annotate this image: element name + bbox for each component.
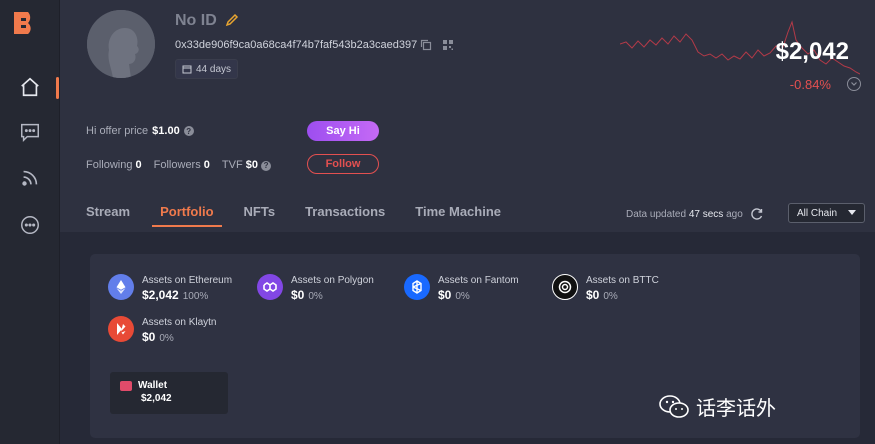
fantom-icon — [404, 274, 430, 300]
asset-ethereum[interactable]: Assets on Ethereum $2,042 100% — [108, 274, 232, 305]
asset-bttc[interactable]: Assets on BTTC $0 0% — [552, 274, 659, 305]
refresh-icon[interactable] — [750, 207, 764, 221]
wechat-watermark: 话李话外 — [658, 392, 776, 421]
asset-fantom[interactable]: Assets on Fantom $0 0% — [404, 274, 519, 305]
user-silhouette-icon — [87, 10, 155, 78]
watermark-text: 话李话外 — [696, 396, 776, 420]
klaytn-icon — [108, 316, 134, 342]
tab-portfolio[interactable]: Portfolio — [152, 204, 223, 227]
debank-logo[interactable] — [12, 10, 38, 36]
nav-feed[interactable] — [0, 158, 60, 198]
follow-button[interactable]: Follow — [307, 154, 379, 174]
nav-home[interactable] — [0, 67, 60, 107]
edit-icon[interactable] — [225, 13, 239, 27]
wechat-icon — [659, 394, 689, 418]
polygon-icon — [257, 274, 283, 300]
tab-stream[interactable]: Stream — [86, 204, 130, 227]
help-icon[interactable]: ? — [183, 126, 194, 136]
followers-stat[interactable]: Followers 0 — [154, 159, 210, 171]
chain-select-value: All Chain — [797, 207, 838, 219]
nav-more[interactable] — [0, 205, 60, 245]
tab-transactions[interactable]: Transactions — [305, 204, 385, 227]
nav-messages[interactable] — [0, 112, 60, 152]
home-icon — [21, 77, 39, 97]
expand-chart-button[interactable] — [847, 77, 861, 91]
hi-offer-value: $1.00 — [152, 125, 180, 137]
say-hi-button[interactable]: Say Hi — [307, 121, 379, 141]
social-stats: Following 0 Followers 0 TVF $0 ? — [86, 159, 272, 171]
total-balance: $2,042 — [775, 38, 849, 65]
data-updated-status: Data updated 47 secs ago — [626, 209, 743, 220]
wallet-address: 0x33de906f9ca0a68ca4f74b7faf543b2a3caed3… — [175, 39, 418, 51]
asset-polygon[interactable]: Assets on Polygon $0 0% — [257, 274, 374, 305]
account-age: 44 days — [196, 63, 232, 75]
asset-klaytn[interactable]: Assets on Klaytn $0 0% — [108, 316, 216, 347]
chat-icon — [21, 123, 39, 143]
main: No ID 0x33de906f9ca0a68ca4f74b7faf543b2a… — [60, 0, 875, 444]
chevron-down-icon — [851, 82, 857, 86]
nav-active-indicator — [56, 77, 59, 99]
hi-offer: Hi offer price $1.00 ? — [86, 125, 194, 137]
sidebar — [0, 0, 60, 444]
ethereum-icon — [108, 274, 134, 300]
username: No ID — [175, 12, 217, 29]
tab-nfts[interactable]: NFTs — [244, 204, 276, 227]
caret-down-icon — [848, 210, 856, 215]
wallet-icon — [120, 380, 132, 391]
wallet-summary[interactable]: Wallet $2,042 — [110, 372, 228, 414]
copy-icon[interactable] — [420, 39, 432, 51]
following-stat[interactable]: Following 0 — [86, 159, 142, 171]
profile-header: No ID 0x33de906f9ca0a68ca4f74b7faf543b2a… — [60, 0, 875, 232]
tvf-stat: TVF $0 ? — [222, 159, 272, 171]
avatar — [87, 10, 155, 78]
bttc-icon — [552, 274, 578, 300]
more-icon — [21, 216, 39, 234]
chain-select[interactable]: All Chain — [788, 203, 865, 223]
rss-icon — [22, 170, 38, 186]
tab-time-machine[interactable]: Time Machine — [415, 204, 501, 227]
calendar-icon — [182, 65, 192, 74]
profile-tabs: Stream Portfolio NFTs Transactions Time … — [86, 204, 531, 227]
qr-code-icon[interactable] — [442, 39, 454, 51]
account-age-badge: 44 days — [175, 59, 239, 79]
balance-change: -0.84% — [789, 77, 831, 92]
help-icon[interactable]: ? — [261, 160, 272, 171]
hi-offer-label: Hi offer price — [86, 125, 149, 137]
